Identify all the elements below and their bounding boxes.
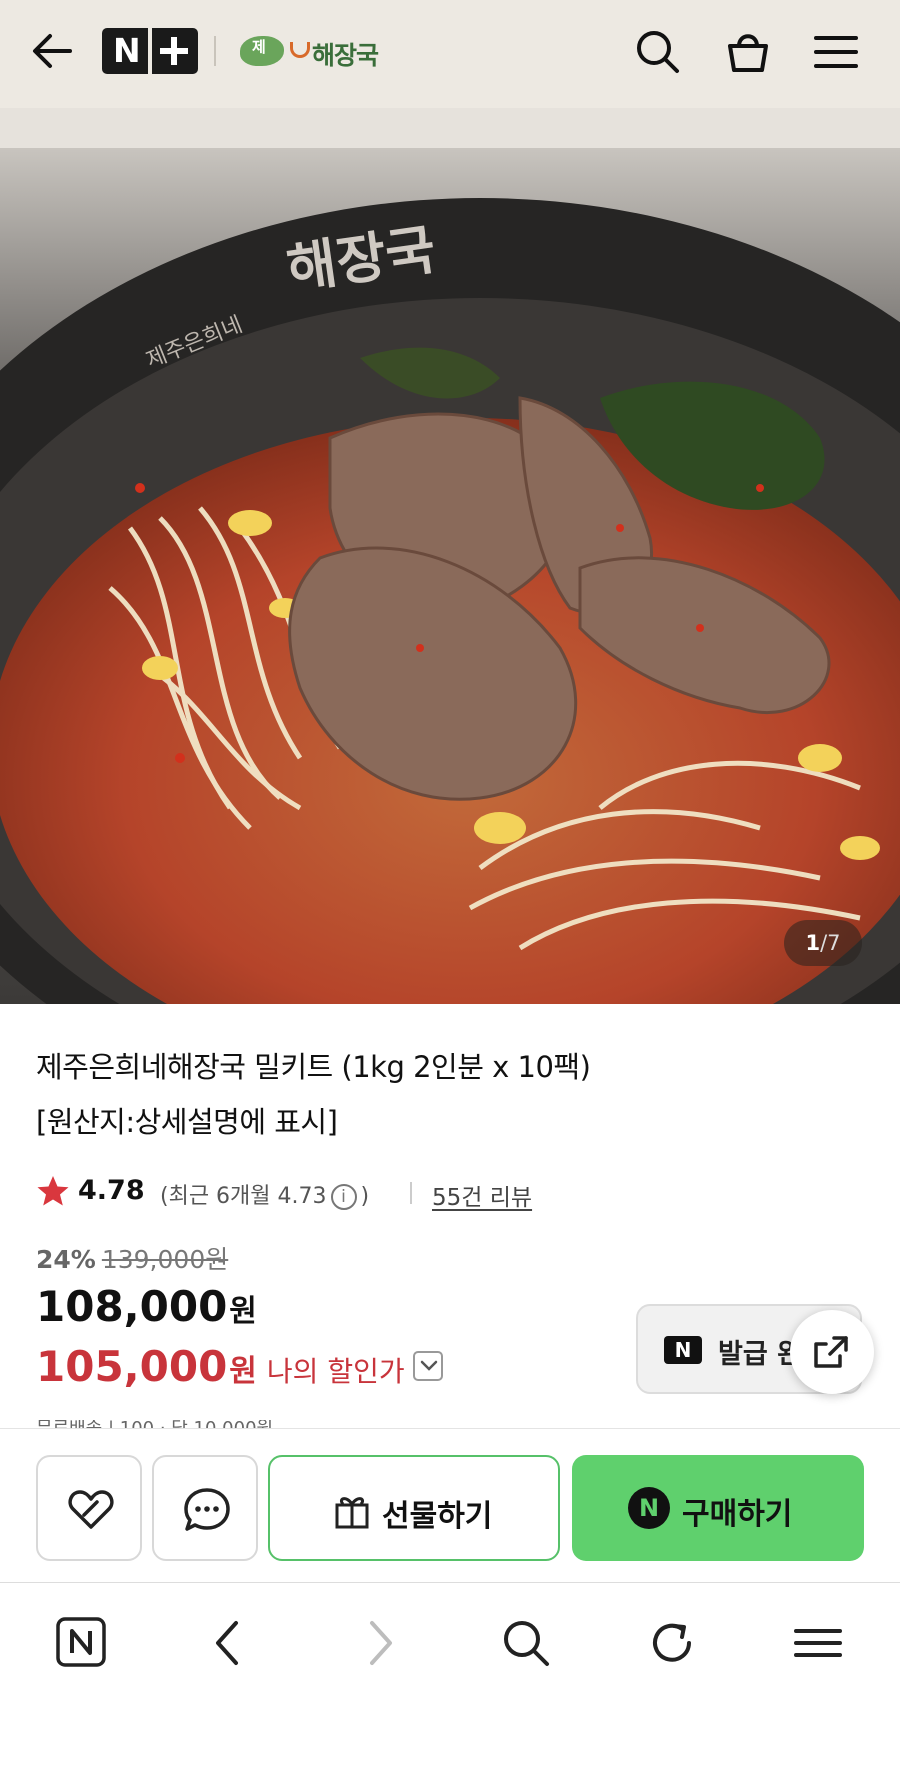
image-counter: 1/7 — [784, 920, 862, 966]
rating-divider — [410, 1182, 412, 1204]
shopping-bag-icon[interactable] — [720, 24, 776, 80]
product-title-line2: [원산지:상세설명에 표시] — [36, 1105, 338, 1139]
review-count-link[interactable]: 55건 리뷰 — [432, 1178, 532, 1212]
chat-icon — [184, 1488, 230, 1531]
gift-button-label: 선물하기 — [382, 1499, 493, 1534]
browser-search-icon[interactable] — [496, 1613, 556, 1673]
discount-rate: 24% — [36, 1245, 96, 1274]
star-icon — [37, 1176, 69, 1206]
product-photo: 해장국 제주은희네 — [0, 108, 900, 1004]
recent-rating-text: (최근 6개월 4.73 — [160, 1184, 327, 1209]
hamburger-menu-icon[interactable] — [808, 24, 864, 80]
naver-n-badge: N — [664, 1336, 702, 1364]
talk-button[interactable] — [152, 1455, 258, 1561]
browser-back-icon[interactable] — [200, 1613, 260, 1673]
buy-button-label: 구매하기 — [682, 1497, 793, 1532]
info-icon[interactable]: i — [330, 1184, 357, 1210]
top-header: N 제 해장국 — [0, 0, 900, 108]
sale-price-value: 108,000 — [36, 1282, 228, 1331]
search-icon[interactable] — [630, 24, 686, 80]
my-price-label: 나의 할인가 — [266, 1355, 405, 1388]
sale-price: 108,000원 — [36, 1282, 257, 1331]
naver-pay-n-icon: N — [628, 1487, 670, 1529]
share-button[interactable] — [790, 1310, 874, 1394]
logo-separator — [148, 28, 152, 74]
heart-icon — [68, 1490, 114, 1529]
image-counter-current: 1 — [805, 931, 821, 955]
browser-menu-icon[interactable] — [788, 1613, 848, 1673]
recent-rating-close: ) — [360, 1184, 370, 1209]
product-title: 제주은희네해장국 밀키트 (1kg 2인분 x 10팩) [원산지:상세설명에 … — [36, 1040, 856, 1150]
brand-name: 해장국 — [312, 41, 379, 70]
naver-home-icon[interactable] — [52, 1613, 112, 1673]
rating-score: 4.78 — [78, 1175, 145, 1206]
plus-icon-vertical — [171, 37, 177, 65]
share-icon — [814, 1336, 848, 1368]
naver-n-glyph: N — [113, 31, 141, 70]
discount-row: 24% 139,000원 — [36, 1240, 228, 1276]
image-counter-total: /7 — [820, 931, 841, 955]
store-brand-logo[interactable]: 제 해장국 — [238, 30, 398, 74]
rating-row: 4.78 (최근 6개월 4.73 i) 55건 리뷰 — [36, 1168, 866, 1214]
chevron-down-icon[interactable] — [412, 1350, 443, 1381]
product-image-carousel[interactable]: 해장국 제주은희네 — [0, 108, 900, 1004]
naver-plus-logo[interactable]: N — [102, 28, 198, 74]
sale-price-unit: 원 — [229, 1294, 257, 1329]
my-discount-price[interactable]: 105,000원 나의 할인가 — [36, 1342, 443, 1391]
gift-button[interactable]: 선물하기 — [268, 1455, 560, 1561]
browser-toolbar — [0, 1582, 900, 1767]
brand-badge: 제 — [252, 38, 266, 56]
product-title-line1: 제주은희네해장국 밀키트 (1kg 2인분 x 10팩) — [36, 1050, 591, 1084]
header-divider — [214, 36, 216, 66]
my-price-unit: 원 — [229, 1354, 257, 1389]
wishlist-button[interactable] — [36, 1455, 142, 1561]
purchase-action-bar: 선물하기 N 구매하기 — [0, 1428, 900, 1582]
browser-forward-icon[interactable] — [350, 1613, 410, 1673]
buy-button[interactable]: N 구매하기 — [572, 1455, 864, 1561]
refresh-icon[interactable] — [642, 1613, 702, 1673]
brand-bowl-icon — [290, 42, 310, 58]
my-price-value: 105,000 — [36, 1342, 228, 1391]
recent-rating: (최근 6개월 4.73 i) — [160, 1178, 369, 1210]
back-arrow-icon[interactable] — [28, 26, 78, 76]
gift-icon — [335, 1497, 369, 1529]
original-price: 139,000원 — [101, 1245, 229, 1274]
